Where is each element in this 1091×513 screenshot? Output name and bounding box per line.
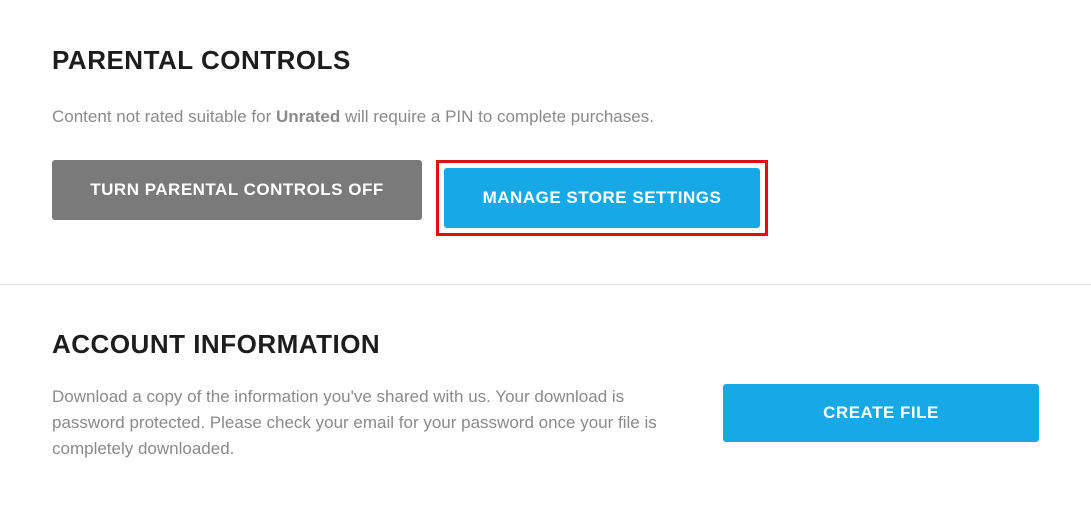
account-information-heading: ACCOUNT INFORMATION — [52, 329, 1039, 360]
manage-store-settings-button[interactable]: MANAGE STORE SETTINGS — [444, 168, 760, 228]
account-description: Download a copy of the information you'v… — [52, 384, 683, 463]
desc-suffix: will require a PIN to complete purchases… — [340, 107, 654, 126]
parental-controls-description: Content not rated suitable for Unrated w… — [52, 104, 1039, 130]
desc-prefix: Content not rated suitable for — [52, 107, 276, 126]
turn-parental-controls-off-button[interactable]: TURN PARENTAL CONTROLS OFF — [52, 160, 422, 220]
parental-button-row: TURN PARENTAL CONTROLS OFF MANAGE STORE … — [52, 160, 1039, 236]
parental-controls-section: PARENTAL CONTROLS Content not rated suit… — [0, 0, 1091, 285]
create-file-button[interactable]: CREATE FILE — [723, 384, 1039, 442]
highlight-annotation: MANAGE STORE SETTINGS — [436, 160, 768, 236]
parental-controls-heading: PARENTAL CONTROLS — [52, 45, 1039, 76]
desc-rating: Unrated — [276, 107, 340, 126]
account-row: Download a copy of the information you'v… — [52, 384, 1039, 463]
account-information-section: ACCOUNT INFORMATION Download a copy of t… — [0, 285, 1091, 503]
